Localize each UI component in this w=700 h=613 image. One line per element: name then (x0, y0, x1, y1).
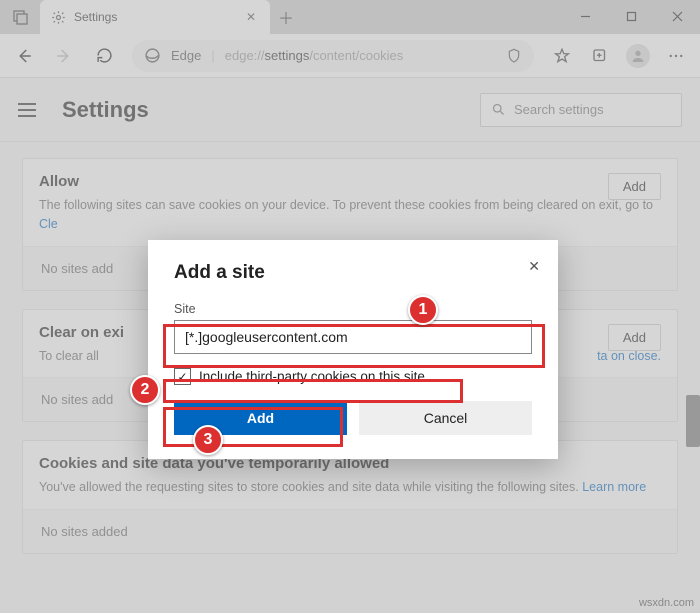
callout-2: 2 (130, 375, 160, 405)
close-dialog-button[interactable]: ✕ (524, 254, 544, 279)
scrollbar-thumb[interactable] (686, 395, 700, 447)
site-input[interactable] (174, 320, 532, 354)
site-field-label: Site (174, 302, 532, 316)
callout-1: 1 (408, 295, 438, 325)
checkbox-icon[interactable]: ✓ (174, 368, 191, 385)
third-party-checkbox-row[interactable]: ✓ Include third-party cookies on this si… (174, 368, 532, 385)
callout-3: 3 (193, 425, 223, 455)
watermark: wsxdn.com (639, 597, 694, 609)
dialog-title: Add a site (174, 262, 532, 284)
dialog-cancel-button[interactable]: Cancel (359, 401, 532, 435)
checkbox-label: Include third-party cookies on this site (199, 369, 425, 384)
